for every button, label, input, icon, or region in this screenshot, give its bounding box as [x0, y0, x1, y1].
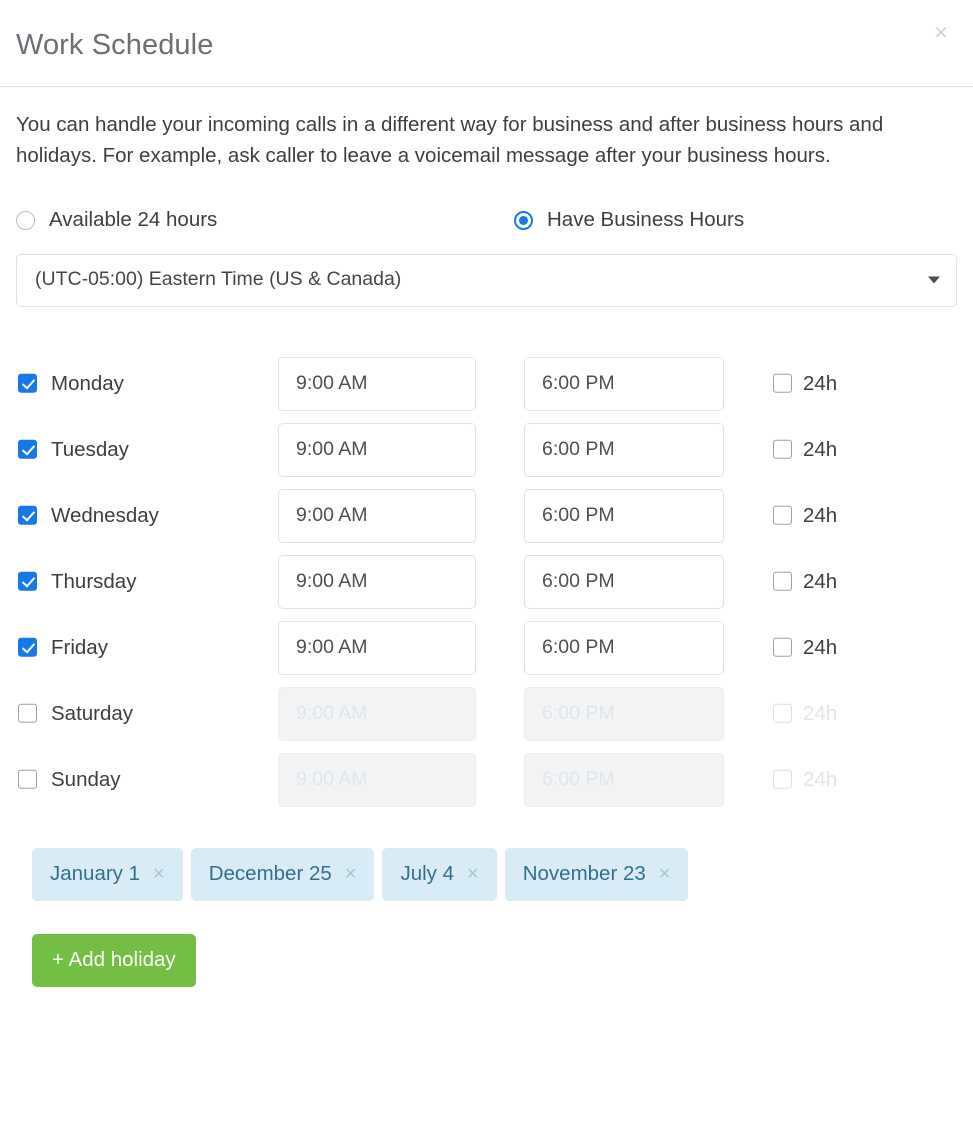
end-time-input-sunday: 6:00 PM	[524, 752, 724, 807]
h24-toggle-wednesday[interactable]: 24h	[773, 505, 837, 526]
add-holiday-container: + Add holiday	[16, 933, 957, 987]
h24-label-wednesday: 24h	[803, 503, 838, 527]
page-title: Work Schedule	[16, 28, 214, 61]
h24-label-friday: 24h	[803, 635, 838, 659]
close-icon[interactable]: ×	[927, 18, 955, 46]
day-label-friday: Friday	[51, 635, 108, 659]
day-toggle-tuesday[interactable]: Tuesday	[18, 439, 129, 460]
weekly-schedule-list: Monday 9:00 AM 6:00 PM 24h Tuesday 9:00 …	[16, 351, 957, 813]
end-time-input-saturday: 6:00 PM	[524, 686, 724, 741]
schedule-row-thursday: Thursday 9:00 AM 6:00 PM 24h	[16, 549, 957, 615]
radio-have-business-hours[interactable]: Have Business Hours	[514, 208, 745, 231]
start-time-input-thursday[interactable]: 9:00 AM	[278, 554, 476, 609]
checkbox-unchecked-icon	[773, 704, 792, 723]
checkbox-unchecked-icon	[773, 572, 792, 591]
end-time-input-monday[interactable]: 6:00 PM	[524, 356, 724, 411]
day-label-tuesday: Tuesday	[51, 437, 129, 461]
start-time-input-tuesday[interactable]: 9:00 AM	[278, 422, 476, 477]
day-label-thursday: Thursday	[51, 569, 137, 593]
checkbox-unchecked-icon	[18, 770, 37, 789]
radio-available-24-hours-label: Available 24 hours	[49, 208, 218, 231]
radio-have-business-hours-label: Have Business Hours	[547, 208, 745, 231]
holiday-tag: December 25 ×	[190, 847, 375, 901]
day-toggle-sunday[interactable]: Sunday	[18, 769, 121, 790]
end-time-input-wednesday[interactable]: 6:00 PM	[524, 488, 724, 543]
modal-body: You can handle your incoming calls in a …	[0, 87, 973, 987]
close-icon[interactable]: ×	[467, 864, 479, 884]
close-icon[interactable]: ×	[345, 864, 357, 884]
day-label-monday: Monday	[51, 371, 124, 395]
holiday-tag-label: December 25	[208, 861, 332, 885]
chevron-down-icon	[928, 276, 940, 284]
modal-header: Work Schedule ×	[0, 0, 973, 87]
h24-label-monday: 24h	[803, 371, 838, 395]
h24-toggle-monday[interactable]: 24h	[773, 373, 837, 394]
holiday-tag-list: January 1 × December 25 × July 4 × Novem…	[16, 847, 957, 901]
radio-available-24-hours[interactable]: Available 24 hours	[16, 208, 514, 231]
checkbox-unchecked-icon	[773, 374, 792, 393]
schedule-row-monday: Monday 9:00 AM 6:00 PM 24h	[16, 351, 957, 417]
h24-toggle-thursday[interactable]: 24h	[773, 571, 837, 592]
h24-label-thursday: 24h	[803, 569, 838, 593]
end-time-input-thursday[interactable]: 6:00 PM	[524, 554, 724, 609]
holiday-tag: January 1 ×	[32, 847, 183, 901]
description-text: You can handle your incoming calls in a …	[16, 113, 884, 167]
start-time-input-friday[interactable]: 9:00 AM	[278, 620, 476, 675]
day-toggle-friday[interactable]: Friday	[18, 637, 108, 658]
checkbox-unchecked-icon	[18, 704, 37, 723]
h24-toggle-tuesday[interactable]: 24h	[773, 439, 837, 460]
h24-toggle-sunday: 24h	[773, 769, 837, 790]
checkbox-checked-icon	[18, 572, 37, 591]
end-time-input-friday[interactable]: 6:00 PM	[524, 620, 724, 675]
h24-toggle-friday[interactable]: 24h	[773, 637, 837, 658]
day-toggle-thursday[interactable]: Thursday	[18, 571, 136, 592]
schedule-row-saturday: Saturday 9:00 AM 6:00 PM 24h	[16, 681, 957, 747]
h24-toggle-saturday: 24h	[773, 703, 837, 724]
start-time-input-sunday: 9:00 AM	[278, 752, 476, 807]
schedule-row-tuesday: Tuesday 9:00 AM 6:00 PM 24h	[16, 417, 957, 483]
day-label-sunday: Sunday	[51, 767, 121, 791]
holiday-tag: July 4 ×	[382, 847, 497, 901]
timezone-selected-value: (UTC-05:00) Eastern Time (US & Canada)	[35, 268, 402, 291]
end-time-input-tuesday[interactable]: 6:00 PM	[524, 422, 724, 477]
checkbox-checked-icon	[18, 506, 37, 525]
start-time-input-saturday: 9:00 AM	[278, 686, 476, 741]
close-icon[interactable]: ×	[659, 864, 671, 884]
holiday-tag-label: November 23	[522, 861, 646, 885]
checkbox-unchecked-icon	[773, 506, 792, 525]
radio-unselected-icon	[16, 210, 35, 230]
checkbox-unchecked-icon	[773, 770, 792, 789]
timezone-select[interactable]: (UTC-05:00) Eastern Time (US & Canada)	[16, 253, 957, 307]
day-toggle-wednesday[interactable]: Wednesday	[18, 505, 159, 526]
schedule-row-sunday: Sunday 9:00 AM 6:00 PM 24h	[16, 747, 957, 813]
availability-radio-group: Available 24 hours Have Business Hours	[16, 208, 957, 231]
h24-label-tuesday: 24h	[803, 437, 838, 461]
radio-selected-icon	[514, 210, 533, 230]
checkbox-checked-icon	[18, 638, 37, 657]
day-toggle-monday[interactable]: Monday	[18, 373, 124, 394]
day-label-wednesday: Wednesday	[51, 503, 159, 527]
start-time-input-wednesday[interactable]: 9:00 AM	[278, 488, 476, 543]
h24-label-sunday: 24h	[803, 767, 838, 791]
add-holiday-button[interactable]: + Add holiday	[32, 933, 196, 987]
holiday-tag: November 23 ×	[504, 847, 689, 901]
schedule-row-wednesday: Wednesday 9:00 AM 6:00 PM 24h	[16, 483, 957, 549]
day-label-saturday: Saturday	[51, 701, 134, 725]
checkbox-checked-icon	[18, 440, 37, 459]
close-icon[interactable]: ×	[153, 864, 165, 884]
schedule-row-friday: Friday 9:00 AM 6:00 PM 24h	[16, 615, 957, 681]
h24-label-saturday: 24h	[803, 701, 838, 725]
holiday-tag-label: January 1	[50, 861, 141, 885]
holiday-tag-label: July 4	[400, 861, 455, 885]
checkbox-unchecked-icon	[773, 638, 792, 657]
day-toggle-saturday[interactable]: Saturday	[18, 703, 133, 724]
start-time-input-monday[interactable]: 9:00 AM	[278, 356, 476, 411]
checkbox-unchecked-icon	[773, 440, 792, 459]
checkbox-checked-icon	[18, 374, 37, 393]
